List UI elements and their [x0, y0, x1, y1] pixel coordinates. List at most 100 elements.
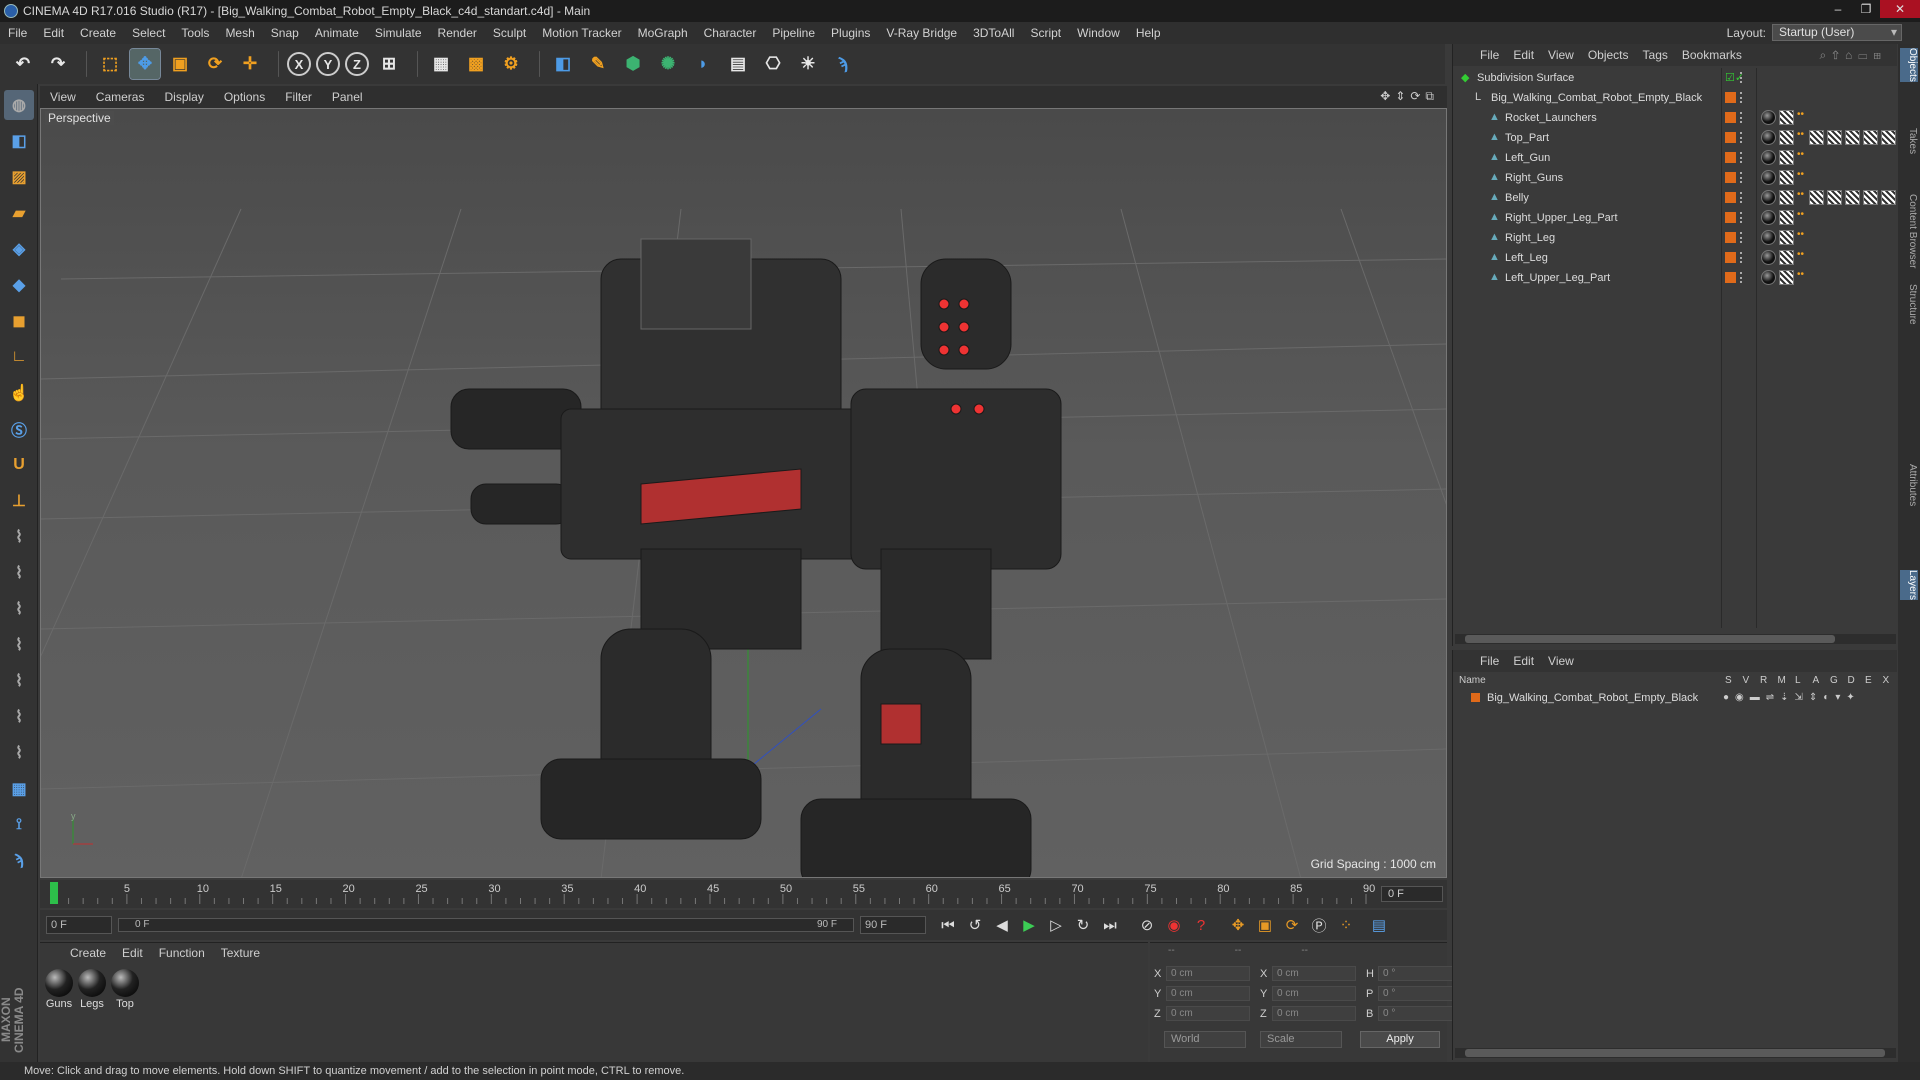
- menu-sculpt[interactable]: Sculpt: [485, 26, 534, 40]
- object-row[interactable]: ◆ Subdivision Surface ☑✓: [1453, 68, 1898, 88]
- object-menu-view[interactable]: View: [1541, 48, 1581, 62]
- layer-color-tag[interactable]: [1725, 252, 1736, 263]
- key-scale-icon[interactable]: ▣: [1253, 913, 1277, 937]
- camera-icon[interactable]: ⎔: [758, 49, 788, 79]
- menu-simulate[interactable]: Simulate: [367, 26, 430, 40]
- scrollbar-thumb[interactable]: [1465, 1049, 1885, 1057]
- object-row[interactable]: ▲ Left_Gun ••: [1453, 148, 1898, 168]
- knife-icon[interactable]: ⌇: [4, 666, 34, 696]
- go-to-end-icon[interactable]: ⏭: [1098, 913, 1122, 937]
- object-row[interactable]: ▲ Right_Upper_Leg_Part ••: [1453, 208, 1898, 228]
- go-to-start-icon[interactable]: ⏮: [936, 913, 960, 937]
- material-swatch[interactable]: Legs: [77, 967, 107, 1010]
- viewport-menu-panel[interactable]: Panel: [322, 90, 373, 104]
- coord-value-field[interactable]: 0 cm: [1166, 1006, 1250, 1021]
- layer-column-header[interactable]: D: [1848, 675, 1855, 686]
- object-row[interactable]: ▲ Left_Leg ••: [1453, 248, 1898, 268]
- bend-icon[interactable]: ⌇: [4, 594, 34, 624]
- layer-color-tag[interactable]: [1725, 92, 1736, 103]
- material-tag-icon[interactable]: [1761, 110, 1776, 125]
- visibility-dots-icon[interactable]: [1740, 132, 1743, 143]
- object-menu-edit[interactable]: Edit: [1506, 48, 1541, 62]
- layer-menu-file[interactable]: File: [1473, 654, 1506, 668]
- coord-value-field[interactable]: 0 °: [1378, 986, 1462, 1001]
- undo-icon[interactable]: ↶: [8, 49, 38, 79]
- texture-tag-icon[interactable]: [1881, 190, 1896, 205]
- python-icon[interactable]: ϡ: [828, 49, 858, 79]
- texture-tag-icon[interactable]: [1863, 190, 1878, 205]
- object-menu-bookmarks[interactable]: Bookmarks: [1675, 48, 1749, 62]
- minimize-button[interactable]: ‒: [1824, 0, 1852, 18]
- viewport-perspective[interactable]: y Perspective Grid Spacing : 1000 cm: [40, 108, 1447, 878]
- texture-tag-icon[interactable]: [1779, 270, 1794, 285]
- texture-tag-icon[interactable]: [1845, 130, 1860, 145]
- model-mode-icon[interactable]: ◧: [4, 126, 34, 156]
- object-row[interactable]: ▲ Belly ••: [1453, 188, 1898, 208]
- layer-color-tag[interactable]: [1725, 212, 1736, 223]
- object-row[interactable]: ▲ Rocket_Launchers ••: [1453, 108, 1898, 128]
- viewport-menu-display[interactable]: Display: [154, 90, 213, 104]
- object-row[interactable]: L Big_Walking_Combat_Robot_Empty_Black: [1453, 88, 1898, 108]
- next-key-icon[interactable]: ↻: [1071, 913, 1095, 937]
- texture-tag-icon[interactable]: [1779, 210, 1794, 225]
- tweak-mode-icon[interactable]: ☝: [4, 378, 34, 408]
- layer-column-header[interactable]: M: [1778, 675, 1786, 686]
- layer-column-header[interactable]: L: [1795, 675, 1801, 686]
- side-tab-attributes[interactable]: Attributes: [1900, 464, 1918, 506]
- layer-toggle-icons[interactable]: ●◉▬⇌⇣⇲⇕◐▾✦: [1723, 692, 1861, 703]
- render-picture-viewer-icon[interactable]: ▩: [461, 49, 491, 79]
- texture-mode-icon[interactable]: ▨: [4, 162, 34, 192]
- side-tab-takes[interactable]: Takes: [1900, 128, 1918, 154]
- texture-tag-icon[interactable]: [1827, 130, 1842, 145]
- material-tag-icon[interactable]: [1761, 190, 1776, 205]
- close-button[interactable]: ✕: [1880, 0, 1920, 18]
- layout-dropdown[interactable]: Startup (User): [1772, 24, 1902, 41]
- menu-script[interactable]: Script: [1022, 26, 1069, 40]
- menu-create[interactable]: Create: [72, 26, 124, 40]
- layer-column-header[interactable]: S: [1725, 675, 1732, 686]
- snap-settings-icon[interactable]: ⟟: [4, 810, 34, 840]
- apply-button[interactable]: Apply: [1360, 1031, 1440, 1048]
- menu-character[interactable]: Character: [696, 26, 765, 40]
- material-menu-function[interactable]: Function: [151, 946, 213, 960]
- live-selection-icon[interactable]: ⬚: [95, 49, 125, 79]
- key-param-icon[interactable]: Ⓟ: [1307, 913, 1331, 937]
- keyframe-help-icon[interactable]: ?: [1189, 913, 1213, 937]
- menu-animate[interactable]: Animate: [307, 26, 367, 40]
- menu-mesh[interactable]: Mesh: [217, 26, 262, 40]
- visibility-dots-icon[interactable]: [1740, 252, 1743, 263]
- key-position-icon[interactable]: ✥: [1226, 913, 1250, 937]
- key-pla-icon[interactable]: ⁘: [1334, 913, 1358, 937]
- visibility-dots-icon[interactable]: [1740, 112, 1743, 123]
- start-frame-field[interactable]: 0 F: [46, 916, 112, 934]
- current-frame-field[interactable]: 0 F: [1381, 886, 1443, 902]
- texture-tag-icon[interactable]: [1779, 110, 1794, 125]
- layer-color-tag[interactable]: [1725, 152, 1736, 163]
- play-icon[interactable]: ▶: [1017, 913, 1041, 937]
- layer-color-tag[interactable]: [1725, 192, 1736, 203]
- uvw-tag-icon[interactable]: ••: [1797, 110, 1809, 125]
- playhead[interactable]: [50, 882, 58, 904]
- object-manager-scrollbar[interactable]: [1455, 634, 1896, 644]
- material-tag-icon[interactable]: [1761, 230, 1776, 245]
- menu-render[interactable]: Render: [430, 26, 485, 40]
- coord-value-field[interactable]: 0 °: [1378, 1006, 1462, 1021]
- viewport-menu-cameras[interactable]: Cameras: [86, 90, 155, 104]
- menu-pipeline[interactable]: Pipeline: [764, 26, 823, 40]
- side-tab-structure[interactable]: Structure: [1900, 284, 1918, 325]
- coord-value-field[interactable]: 0 °: [1378, 966, 1462, 981]
- layer-column-header[interactable]: V: [1743, 675, 1750, 686]
- menu-window[interactable]: Window: [1069, 26, 1128, 40]
- uvw-tag-icon[interactable]: ••: [1797, 270, 1809, 285]
- side-tab-layers[interactable]: Layers: [1900, 570, 1918, 601]
- layer-color-tag[interactable]: [1725, 172, 1736, 183]
- uvw-tag-icon[interactable]: ••: [1797, 230, 1809, 245]
- object-row[interactable]: ▲ Right_Leg ••: [1453, 228, 1898, 248]
- menu-edit[interactable]: Edit: [35, 26, 72, 40]
- layer-color-tag[interactable]: [1725, 232, 1736, 243]
- material-swatch[interactable]: Guns: [44, 967, 74, 1010]
- record-keys-icon[interactable]: ⊘: [1135, 913, 1159, 937]
- menu-select[interactable]: Select: [124, 26, 173, 40]
- end-frame-field[interactable]: 90 F: [860, 916, 926, 934]
- next-frame-icon[interactable]: ▷: [1044, 913, 1068, 937]
